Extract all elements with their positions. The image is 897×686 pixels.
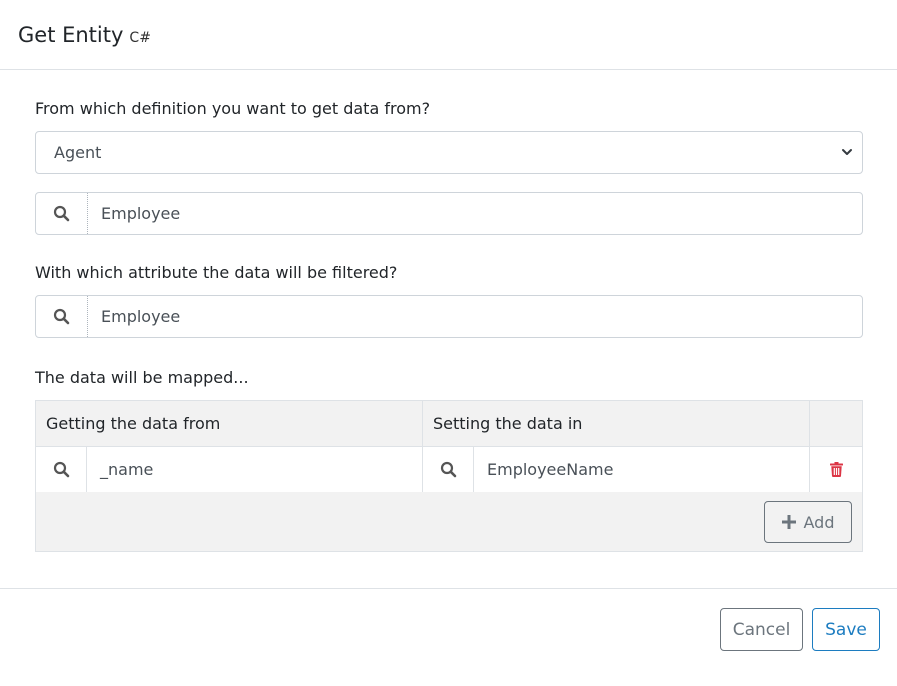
trash-icon bbox=[829, 462, 843, 477]
search-icon bbox=[53, 308, 70, 325]
filter-search-button[interactable] bbox=[36, 296, 88, 337]
delete-row-button[interactable] bbox=[810, 447, 862, 492]
dialog-title-text: Get Entity bbox=[18, 22, 124, 47]
search-icon bbox=[53, 205, 70, 222]
filter-search[interactable]: Employee bbox=[35, 295, 863, 338]
dialog-header: Get Entity C# bbox=[0, 0, 897, 70]
column-header-to: Setting the data in bbox=[423, 401, 810, 447]
table-row: _name EmployeeName bbox=[36, 447, 862, 492]
save-button[interactable]: Save bbox=[812, 608, 880, 651]
column-header-actions bbox=[810, 401, 862, 447]
add-mapping-label: Add bbox=[803, 512, 835, 532]
mapping-from-search-button[interactable] bbox=[36, 447, 87, 492]
mapping-from-cell[interactable]: _name bbox=[36, 447, 423, 492]
dialog-title-language: C# bbox=[129, 29, 151, 46]
chevron-down-icon bbox=[842, 149, 852, 155]
filter-label: With which attribute the data will be fi… bbox=[35, 263, 398, 282]
mapping-to-value[interactable]: EmployeeName bbox=[474, 447, 613, 492]
mapping-from-value[interactable]: _name bbox=[87, 447, 153, 492]
mapping-label: The data will be mapped... bbox=[35, 368, 249, 387]
plus-icon bbox=[781, 515, 796, 529]
cancel-button[interactable]: Cancel bbox=[720, 608, 803, 651]
column-header-from: Getting the data from bbox=[36, 401, 423, 447]
mapping-to-search-button[interactable] bbox=[423, 447, 474, 492]
mapping-table-header: Getting the data from Setting the data i… bbox=[36, 401, 862, 447]
definition-search-button[interactable] bbox=[36, 193, 88, 234]
filter-search-value[interactable]: Employee bbox=[88, 296, 180, 337]
definition-search[interactable]: Employee bbox=[35, 192, 863, 235]
dialog-footer: Cancel Save bbox=[0, 588, 897, 686]
get-entity-dialog: Get Entity C# From which definition you w… bbox=[0, 0, 897, 686]
definition-select[interactable]: Agent bbox=[35, 131, 863, 174]
mapping-to-cell[interactable]: EmployeeName bbox=[423, 447, 810, 492]
add-mapping-button[interactable]: Add bbox=[764, 501, 852, 543]
search-icon bbox=[53, 461, 69, 478]
definition-search-value[interactable]: Employee bbox=[88, 193, 180, 234]
definition-label: From which definition you want to get da… bbox=[35, 99, 431, 118]
definition-select-value: Agent bbox=[54, 143, 102, 162]
search-icon bbox=[440, 461, 456, 478]
dialog-title: Get Entity C# bbox=[18, 23, 151, 47]
mapping-table: Getting the data from Setting the data i… bbox=[35, 400, 863, 552]
